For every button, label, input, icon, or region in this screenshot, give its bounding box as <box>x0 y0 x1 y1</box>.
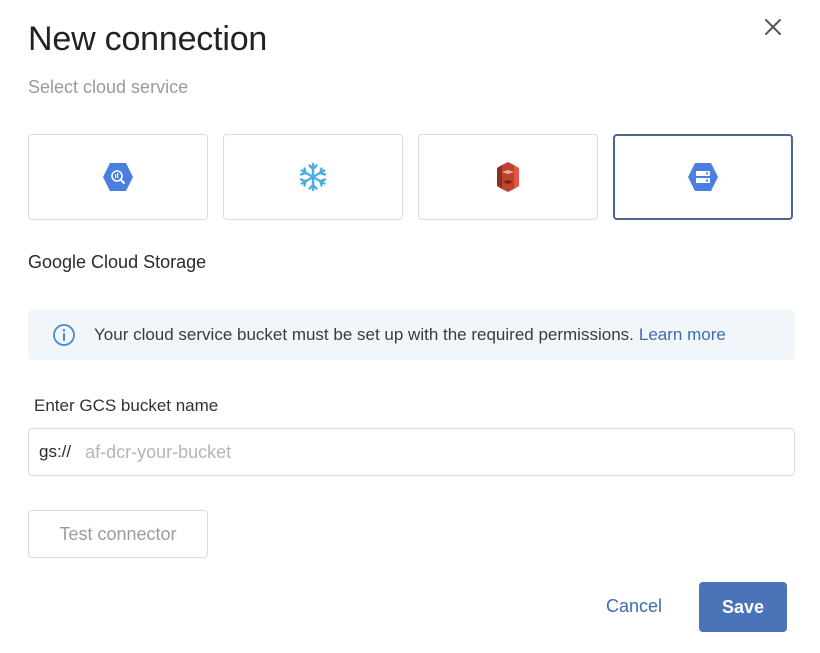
bucket-name-label: Enter GCS bucket name <box>34 396 219 415</box>
dialog-subtitle: Select cloud service <box>28 77 189 97</box>
amazon-s3-icon <box>497 162 519 192</box>
permissions-banner: Your cloud service bucket must be set up… <box>28 310 795 360</box>
snowflake-icon <box>299 162 327 192</box>
info-icon <box>53 324 75 346</box>
service-tile-amazon-s3[interactable] <box>418 134 598 220</box>
bucket-name-input[interactable] <box>83 440 794 464</box>
bucket-prefix: gs:// <box>39 442 72 461</box>
dialog-title: New connection <box>28 20 268 58</box>
close-icon <box>765 19 781 35</box>
service-tile-snowflake[interactable] <box>223 134 403 220</box>
test-connector-button[interactable]: Test connector <box>28 510 208 558</box>
bigquery-icon <box>103 163 133 191</box>
cancel-button[interactable]: Cancel <box>588 584 680 628</box>
learn-more-link[interactable]: Learn more <box>639 325 726 345</box>
bucket-name-field: gs:// <box>28 428 795 476</box>
gcs-icon <box>688 163 718 191</box>
service-tile-google-cloud-storage[interactable] <box>613 134 793 220</box>
banner-text: Your cloud service bucket must be set up… <box>94 325 634 344</box>
close-button[interactable] <box>760 14 786 40</box>
save-button[interactable]: Save <box>699 582 787 632</box>
service-tile-bigquery[interactable] <box>28 134 208 220</box>
selected-service-label: Google Cloud Storage <box>28 252 207 272</box>
